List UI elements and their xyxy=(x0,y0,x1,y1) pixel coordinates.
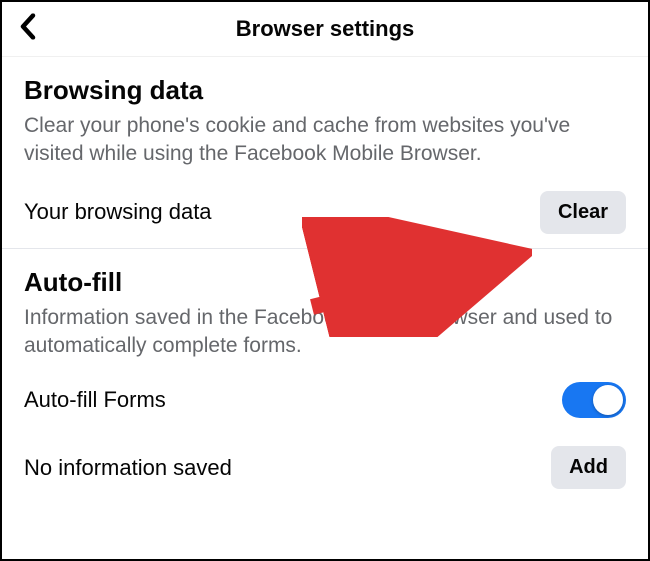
back-button[interactable] xyxy=(20,14,36,45)
autofill-title: Auto-fill xyxy=(24,267,626,298)
toggle-knob xyxy=(593,385,623,415)
chevron-left-icon xyxy=(20,14,36,40)
clear-button[interactable]: Clear xyxy=(540,191,626,234)
browsing-data-section: Browsing data Clear your phone's cookie … xyxy=(2,57,648,169)
browsing-data-description: Clear your phone's cookie and cache from… xyxy=(24,112,626,169)
browsing-data-label: Your browsing data xyxy=(24,199,212,225)
header: Browser settings xyxy=(2,2,648,57)
no-info-row: No information saved Add xyxy=(2,432,648,503)
browsing-data-title: Browsing data xyxy=(24,75,626,106)
page-title: Browser settings xyxy=(18,16,632,42)
browsing-data-row: Your browsing data Clear xyxy=(2,177,648,249)
autofill-forms-label: Auto-fill Forms xyxy=(24,387,166,413)
autofill-forms-toggle[interactable] xyxy=(562,382,626,418)
autofill-forms-row: Auto-fill Forms xyxy=(2,368,648,432)
no-info-label: No information saved xyxy=(24,455,232,481)
add-button[interactable]: Add xyxy=(551,446,626,489)
autofill-section: Auto-fill Information saved in the Faceb… xyxy=(2,249,648,361)
autofill-description: Information saved in the Facebook Mobile… xyxy=(24,304,626,361)
